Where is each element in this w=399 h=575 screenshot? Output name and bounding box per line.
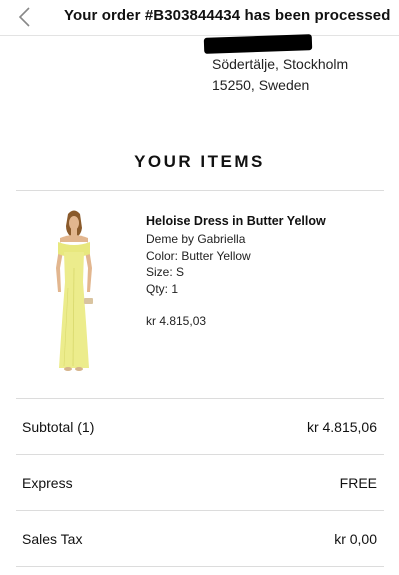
product-image[interactable]	[46, 208, 102, 372]
divider	[16, 190, 384, 191]
divider	[16, 398, 384, 399]
divider	[16, 566, 384, 567]
product-color: Color: Butter Yellow	[146, 249, 251, 263]
address-line-2: 15250, Sweden	[212, 77, 310, 93]
sales-tax-value: kr 0,00	[334, 531, 377, 547]
shipping-method-label: Express	[22, 475, 73, 491]
subtotal-label: Subtotal (1)	[22, 419, 95, 435]
sales-tax-label: Sales Tax	[22, 531, 83, 547]
subtotal-value: kr 4.815,06	[306, 419, 377, 435]
product-size: Size: S	[146, 265, 185, 279]
product-price: kr 4.815,03	[146, 314, 207, 328]
page-title: Your order #B303844434 has been processe…	[64, 7, 391, 24]
chevron-left-icon[interactable]	[14, 5, 38, 29]
product-name[interactable]: Heloise Dress in Butter Yellow	[146, 214, 326, 228]
product-brand: Deme by Gabriella	[146, 232, 246, 246]
divider	[16, 510, 384, 511]
redacted-name	[203, 34, 313, 54]
address-line-1: Södertälje, Stockholm	[212, 56, 349, 72]
top-bar: Your order #B303844434 has been processe…	[0, 0, 399, 36]
product-qty: Qty: 1	[146, 282, 179, 296]
divider	[16, 454, 384, 455]
shipping-value: FREE	[339, 475, 377, 491]
your-items-heading: YOUR ITEMS	[134, 152, 265, 171]
